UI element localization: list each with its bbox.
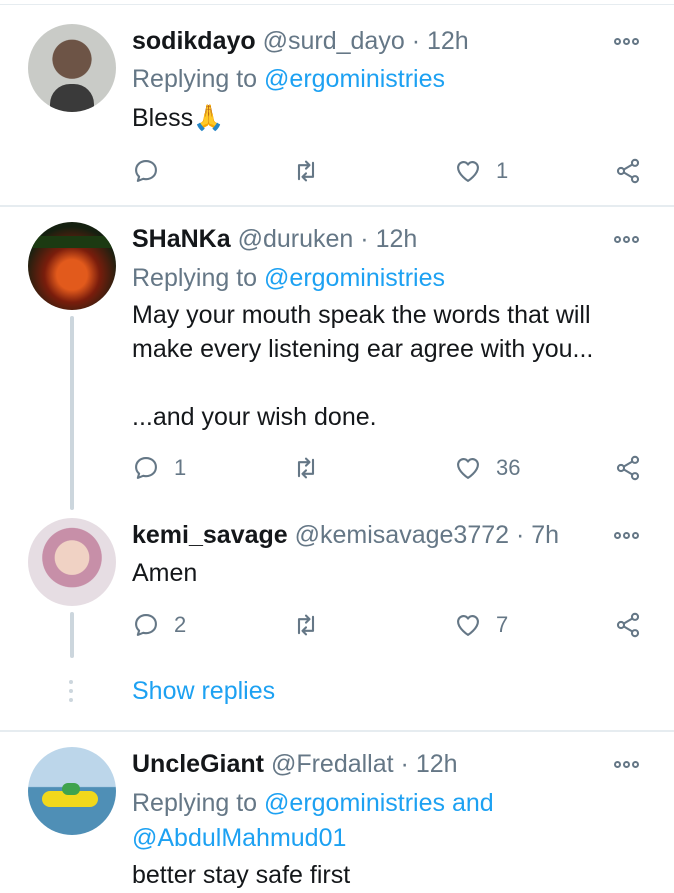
display-name[interactable]: sodikdayo [132,27,256,55]
timestamp[interactable]: 12h [427,27,469,55]
mention-link[interactable]: @ergoministries and [264,789,494,817]
reply-button[interactable] [132,154,174,188]
action-bar: 1 36 [132,451,652,485]
replying-to-line-2: @AbdulMahmud01 [132,821,346,856]
timestamp[interactable]: 12h [416,750,458,778]
reply-button[interactable]: 1 [132,451,186,485]
tweet-divider [0,730,674,732]
avatar[interactable] [28,747,116,835]
mention-link[interactable]: @ergoministries [264,65,445,93]
separator-dot: · [411,27,421,55]
retweet-button[interactable] [292,451,320,485]
user-handle[interactable]: @duruken [238,225,354,253]
replying-prefix: Replying to [132,65,258,93]
action-bar: 2 7 [132,608,652,642]
tweet-text: Bless🙏 [132,104,225,132]
separator-dot: · [400,750,409,778]
show-replies-link[interactable]: Show replies [132,677,275,706]
display-name[interactable]: kemi_savage [132,521,288,549]
like-button[interactable]: 36 [454,451,520,485]
replying-to: Replying to @ergoministries [132,62,445,97]
display-name[interactable]: SHaNKa [132,225,231,253]
user-handle[interactable]: @Fredallat [271,750,394,778]
user-handle[interactable]: @kemisavage3772 [295,521,509,549]
share-nodes-icon [616,612,640,638]
like-count: 7 [496,612,509,637]
reply-count: 1 [174,455,187,480]
retweet-arrows-icon [297,614,315,636]
separator-dot: · [516,521,525,549]
user-handle[interactable]: @surd_dayo [263,27,405,55]
share-button[interactable] [614,608,642,642]
speech-bubble-icon [135,160,157,182]
share-button[interactable] [614,451,642,485]
tweet-header: UncleGiant @Fredallat · 12h [132,749,458,779]
mention-link[interactable]: @ergoministries [264,264,445,292]
avatar[interactable] [28,24,116,112]
reply-count: 2 [174,612,187,637]
speech-bubble-icon [135,614,157,636]
tweet-header: kemi_savage @kemisavage3772 · 7h [132,520,559,550]
thread-connector [70,316,74,510]
heart-outline-icon [457,457,479,479]
display-name[interactable]: UncleGiant [132,750,264,778]
retweet-arrows-icon [297,160,315,182]
like-count: 1 [496,158,509,183]
thread-ellipsis [69,680,73,702]
more-options-icon[interactable] [614,236,639,243]
share-nodes-icon [616,158,640,184]
tweet-divider [0,205,674,207]
timestamp[interactable]: 12h [376,225,418,253]
replying-to: Replying to @ergoministries [132,261,445,296]
more-options-icon[interactable] [614,761,639,768]
tweet-text: better stay safe first [132,861,351,889]
heart-outline-icon [457,160,479,182]
like-button[interactable]: 7 [454,608,508,642]
action-bar: 1 [132,154,652,188]
like-count: 36 [496,455,521,480]
tweet-header: sodikdayo @surd_dayo · 12h [132,26,469,56]
timestamp[interactable]: 7h [531,521,559,549]
replying-prefix: Replying to [132,264,258,292]
like-button[interactable]: 1 [454,154,508,188]
top-border [0,4,674,5]
more-options-icon[interactable] [614,38,639,45]
avatar[interactable] [28,518,116,606]
reply-button[interactable]: 2 [132,608,186,642]
more-options-icon[interactable] [614,532,639,539]
replying-to: Replying to @ergoministries and [132,786,494,821]
tweet-header: SHaNKa @duruken · 12h [132,224,417,254]
share-button[interactable] [614,154,642,188]
tweet-text: May your mouth speak the words that will… [132,301,594,431]
tweet-text: Amen [132,559,198,587]
share-nodes-icon [616,455,640,481]
mention-link[interactable]: @AbdulMahmud01 [132,824,346,852]
speech-bubble-icon [135,457,157,479]
replying-prefix: Replying to [132,789,258,817]
heart-outline-icon [457,614,479,636]
retweet-arrows-icon [297,457,315,479]
retweet-button[interactable] [292,608,320,642]
avatar[interactable] [28,222,116,310]
thread-connector [70,612,74,658]
separator-dot: · [360,225,369,253]
retweet-button[interactable] [292,154,320,188]
